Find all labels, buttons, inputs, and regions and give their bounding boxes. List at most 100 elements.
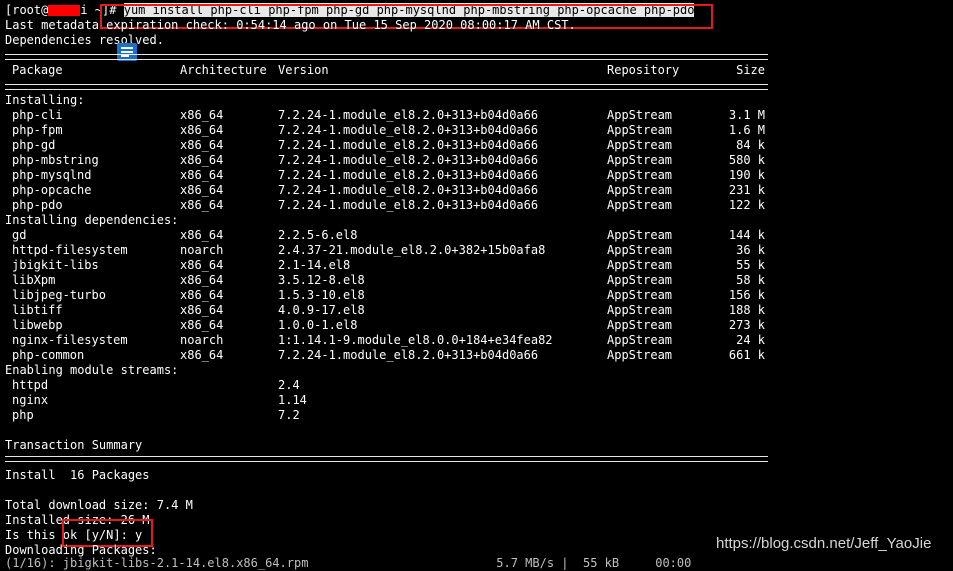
table-row: php-mbstring x86_64 7.2.24-1.module_el8.2.… — [5, 153, 765, 168]
stream-name: nginx — [12, 393, 49, 407]
package-version: 2.4.37-21.module_el8.2.0+382+15b0afa8 — [278, 243, 546, 257]
header-size: Size — [736, 63, 765, 77]
package-size: 84 k — [736, 138, 765, 152]
package-arch: noarch — [180, 243, 224, 257]
table-row: httpd 2.4 — [5, 378, 765, 393]
package-arch: x86_64 — [180, 228, 224, 242]
package-repo: AppStream — [607, 183, 673, 197]
package-size: 231 k — [728, 183, 765, 197]
package-version: 1.5.3-10.el8 — [278, 288, 365, 302]
package-name: jbigkit-libs — [12, 258, 99, 272]
package-size: 3.1 M — [728, 108, 765, 122]
package-name: libjpeg-turbo — [12, 288, 106, 302]
table-row: nginx-filesystem noarch 1:1.14.1-9.module_… — [5, 333, 765, 348]
table-row: php-opcache x86_64 7.2.24-1.module_el8.2.0… — [5, 183, 765, 198]
package-version: 7.2.24-1.module_el8.2.0+313+b04d0a66 — [278, 168, 539, 182]
table-row: libwebp x86_64 1.0.0-1.el8 AppStream 273 k — [5, 318, 765, 333]
package-version: 1:1.14.1-9.module_el8.0.0+184+e34fea82 — [278, 333, 553, 347]
package-size: 156 k — [728, 288, 765, 302]
separator-header — [5, 84, 768, 90]
table-row: libXpm x86_64 3.5.12-8.el8 AppStream 58 k — [5, 273, 765, 288]
header-version: Version — [278, 63, 329, 77]
package-size: 190 k — [728, 168, 765, 182]
table-row: php-pdo x86_64 7.2.24-1.module_el8.2.0+313… — [5, 198, 765, 213]
package-size: 122 k — [728, 198, 765, 212]
table-row: libjpeg-turbo x86_64 1.5.3-10.el8 AppStream… — [5, 288, 765, 303]
package-version: 1.0.0-1.el8 — [278, 318, 358, 332]
package-version: 7.2.24-1.module_el8.2.0+313+b04d0a66 — [278, 348, 539, 362]
table-row: httpd-filesystem noarch 2.4.37-21.module_e… — [5, 243, 765, 258]
package-size: 661 k — [728, 348, 765, 362]
package-size: 273 k — [728, 318, 765, 332]
package-arch: x86_64 — [180, 318, 224, 332]
package-arch: x86_64 — [180, 108, 224, 122]
package-repo: AppStream — [607, 318, 673, 332]
package-arch: x86_64 — [180, 153, 224, 167]
package-repo: AppStream — [607, 348, 673, 362]
package-arch: x86_64 — [180, 183, 224, 197]
package-name: nginx-filesystem — [12, 333, 128, 347]
package-name: httpd-filesystem — [12, 243, 128, 257]
package-version: 3.5.12-8.el8 — [278, 273, 365, 287]
package-version: 7.2.24-1.module_el8.2.0+313+b04d0a66 — [278, 198, 539, 212]
package-name: gd — [12, 228, 27, 242]
package-arch: x86_64 — [180, 303, 224, 317]
package-name: php-gd — [12, 138, 56, 152]
package-version: 4.0.9-17.el8 — [278, 303, 365, 317]
prompt-open: [root@ — [5, 3, 49, 17]
table-row: php-fpm x86_64 7.2.24-1.module_el8.2.0+313… — [5, 123, 765, 138]
package-size: 144 k — [728, 228, 765, 242]
package-name: php-fpm — [12, 123, 63, 137]
package-version: 2.2.5-6.el8 — [278, 228, 358, 242]
package-version: 7.2.24-1.module_el8.2.0+313+b04d0a66 — [278, 138, 539, 152]
package-name: php-mysqlnd — [12, 168, 92, 182]
package-version: 7.2.24-1.module_el8.2.0+313+b04d0a66 — [278, 108, 539, 122]
separator-top — [5, 54, 768, 60]
download-progress-line: (1/16): jbigkit-libs-2.1-14.el8.x86_64.r… — [5, 556, 692, 570]
total-download-line: Total download size: 7.4 M — [5, 498, 193, 512]
separator-summary — [5, 456, 768, 462]
table-row: php-common x86_64 7.2.24-1.module_el8.2.0+… — [5, 348, 765, 363]
package-arch: x86_64 — [180, 288, 224, 302]
package-repo: AppStream — [607, 243, 673, 257]
redacted-hostname — [48, 5, 81, 16]
header-package: Package — [12, 63, 63, 77]
package-arch: noarch — [180, 333, 224, 347]
package-repo: AppStream — [607, 273, 673, 287]
package-repo: AppStream — [607, 258, 673, 272]
package-size: 1.6 M — [728, 123, 765, 137]
table-header: Package Architecture Version Repository … — [5, 63, 765, 78]
package-repo: AppStream — [607, 198, 673, 212]
package-name: php-cli — [12, 108, 63, 122]
package-version: 7.2.24-1.module_el8.2.0+313+b04d0a66 — [278, 153, 539, 167]
package-arch: x86_64 — [180, 138, 224, 152]
header-architecture: Architecture — [180, 63, 267, 77]
package-arch: x86_64 — [180, 258, 224, 272]
package-arch: x86_64 — [180, 273, 224, 287]
package-repo: AppStream — [607, 333, 673, 347]
package-name: php-mbstring — [12, 153, 99, 167]
stream-version: 2.4 — [278, 378, 300, 392]
package-repo: AppStream — [607, 108, 673, 122]
package-size: 58 k — [736, 273, 765, 287]
table-row: php-gd x86_64 7.2.24-1.module_el8.2.0+313+… — [5, 138, 765, 153]
package-repo: AppStream — [607, 153, 673, 167]
table-row: nginx 1.14 — [5, 393, 765, 408]
stream-name: php — [12, 408, 34, 422]
section-streams: Enabling module streams: — [5, 363, 179, 377]
watermark-text: https://blog.csdn.net/Jeff_YaoJie — [716, 535, 932, 552]
package-arch: x86_64 — [180, 123, 224, 137]
table-row: php-mysqlnd x86_64 7.2.24-1.module_el8.2.0… — [5, 168, 765, 183]
package-repo: AppStream — [607, 123, 673, 137]
package-repo: AppStream — [607, 303, 673, 317]
package-name: libtiff — [12, 303, 63, 317]
package-version: 7.2.24-1.module_el8.2.0+313+b04d0a66 — [278, 123, 539, 137]
transaction-summary: Transaction Summary — [5, 438, 143, 452]
table-row: libtiff x86_64 4.0.9-17.el8 AppStream 188 k — [5, 303, 765, 318]
stream-version: 1.14 — [278, 393, 307, 407]
package-name: libXpm — [12, 273, 56, 287]
package-repo: AppStream — [607, 228, 673, 242]
package-version: 7.2.24-1.module_el8.2.0+313+b04d0a66 — [278, 183, 539, 197]
table-row: php 7.2 — [5, 408, 765, 423]
package-name: php-pdo — [12, 198, 63, 212]
